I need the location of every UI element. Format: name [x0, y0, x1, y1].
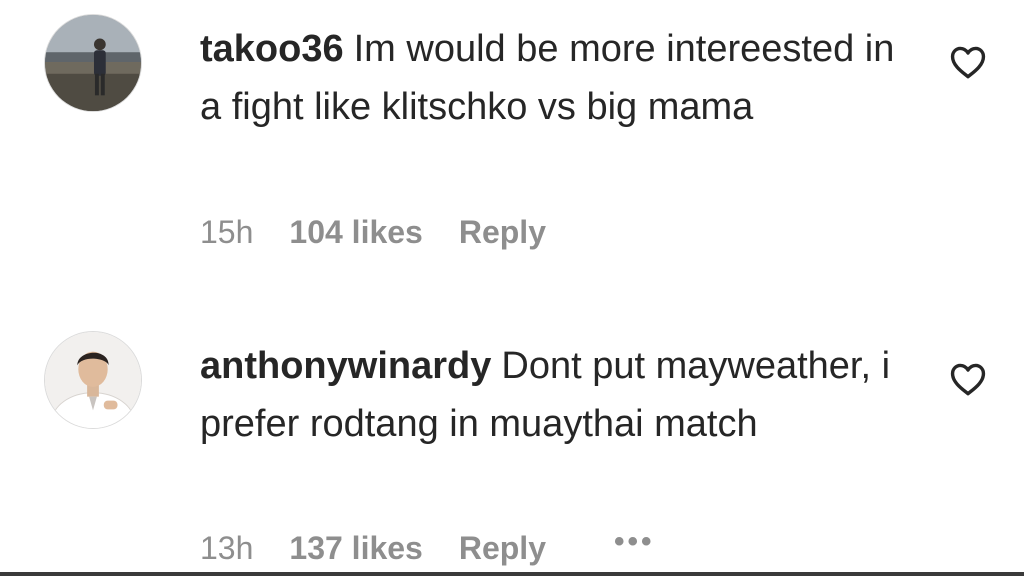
heart-outline-icon [950, 363, 986, 396]
user-photo-icon [45, 332, 141, 428]
comment-meta: 15h 104 likes Reply [200, 210, 614, 254]
heart-outline-icon [950, 46, 986, 79]
reply-button[interactable]: Reply [459, 214, 546, 251]
comment-username[interactable]: takoo36 [200, 28, 344, 70]
comment-username[interactable]: anthonywinardy [200, 345, 491, 387]
comment-likes-count[interactable]: 137 likes [289, 530, 422, 567]
more-options-icon[interactable]: ••• [614, 527, 655, 557]
heart-icon[interactable] [949, 45, 987, 79]
comment-timestamp[interactable]: 13h [200, 530, 253, 567]
avatar[interactable] [44, 14, 142, 112]
reply-button[interactable]: Reply [459, 530, 546, 567]
heart-icon[interactable] [949, 362, 987, 396]
comment-body: anthonywinardy Dont put mayweather, i pre… [200, 337, 900, 453]
bottom-divider [0, 572, 1024, 576]
user-photo-icon [45, 15, 141, 111]
comment-body: takoo36 Im would be more intereested in a… [200, 20, 900, 136]
comment-timestamp[interactable]: 15h [200, 214, 253, 251]
comment-likes-count[interactable]: 104 likes [289, 214, 422, 251]
avatar[interactable] [44, 331, 142, 429]
comments-panel: takoo36 Im would be more intereested in a… [0, 0, 1024, 576]
comment-meta: 13h 137 likes Reply ••• [200, 526, 655, 570]
